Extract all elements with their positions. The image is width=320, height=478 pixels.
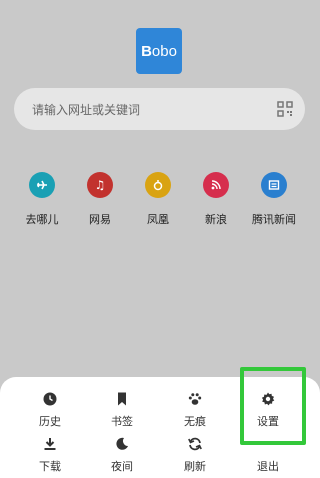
search-bar[interactable]: 请输入网址或关键词 <box>14 88 305 130</box>
settings-highlight-box <box>240 367 306 445</box>
menu-label: 历史 <box>39 415 61 428</box>
shortcut-label: 去哪儿 <box>25 213 59 226</box>
phoenix-icon <box>153 180 163 191</box>
refresh-icon <box>188 437 202 451</box>
menu-download[interactable]: 下载 <box>18 436 82 474</box>
shortcut-label: 新浪 <box>205 213 227 226</box>
shortcut-circle <box>145 172 171 198</box>
menu-label: 退出 <box>257 460 279 473</box>
shortcut-circle <box>29 172 55 198</box>
shortcut-qunar[interactable]: 去哪儿 <box>12 172 72 227</box>
menu-refresh[interactable]: 刷新 <box>163 436 227 474</box>
menu-history[interactable]: 历史 <box>18 391 82 429</box>
moon-icon <box>116 437 128 450</box>
shortcut-ifeng[interactable]: 凤凰 <box>128 172 188 227</box>
music-note-icon: ♫ <box>94 178 106 192</box>
clock-icon <box>43 392 57 406</box>
menu-label: 夜间 <box>111 460 133 473</box>
paw-icon <box>188 393 202 405</box>
rss-icon <box>211 180 221 190</box>
search-input[interactable]: 请输入网址或关键词 <box>32 101 140 118</box>
shortcut-label: 腾讯新闻 <box>252 213 296 226</box>
shortcut-circle <box>261 172 287 198</box>
menu-label: 书签 <box>111 415 133 428</box>
menu-label: 下载 <box>39 460 61 473</box>
download-icon <box>44 438 56 450</box>
menu-bookmarks[interactable]: 书签 <box>90 391 154 429</box>
bobo-logo: Bobo <box>136 28 182 74</box>
shortcut-sina[interactable]: 新浪 <box>186 172 246 227</box>
bookmark-icon <box>118 392 126 406</box>
qr-scan-icon[interactable] <box>277 101 293 117</box>
shortcut-circle <box>203 172 229 198</box>
menu-night-mode[interactable]: 夜间 <box>90 436 154 474</box>
shortcut-label: 凤凰 <box>147 213 169 226</box>
shortcut-circle: ♫ <box>87 172 113 198</box>
shortcut-grid: 去哪儿 ♫ 网易 凤凰 新浪 腾讯新闻 <box>0 172 320 232</box>
menu-label: 刷新 <box>184 460 206 473</box>
logo-text: obo <box>151 42 177 60</box>
menu-incognito[interactable]: 无痕 <box>163 391 227 429</box>
shortcut-label: 网易 <box>89 213 111 226</box>
shortcut-tencent-news[interactable]: 腾讯新闻 <box>244 172 304 227</box>
logo-letter: B <box>141 42 152 60</box>
menu-label: 无痕 <box>184 415 206 428</box>
airplane-icon <box>37 180 47 190</box>
shortcut-netease[interactable]: ♫ 网易 <box>70 172 130 227</box>
news-icon <box>268 180 280 190</box>
